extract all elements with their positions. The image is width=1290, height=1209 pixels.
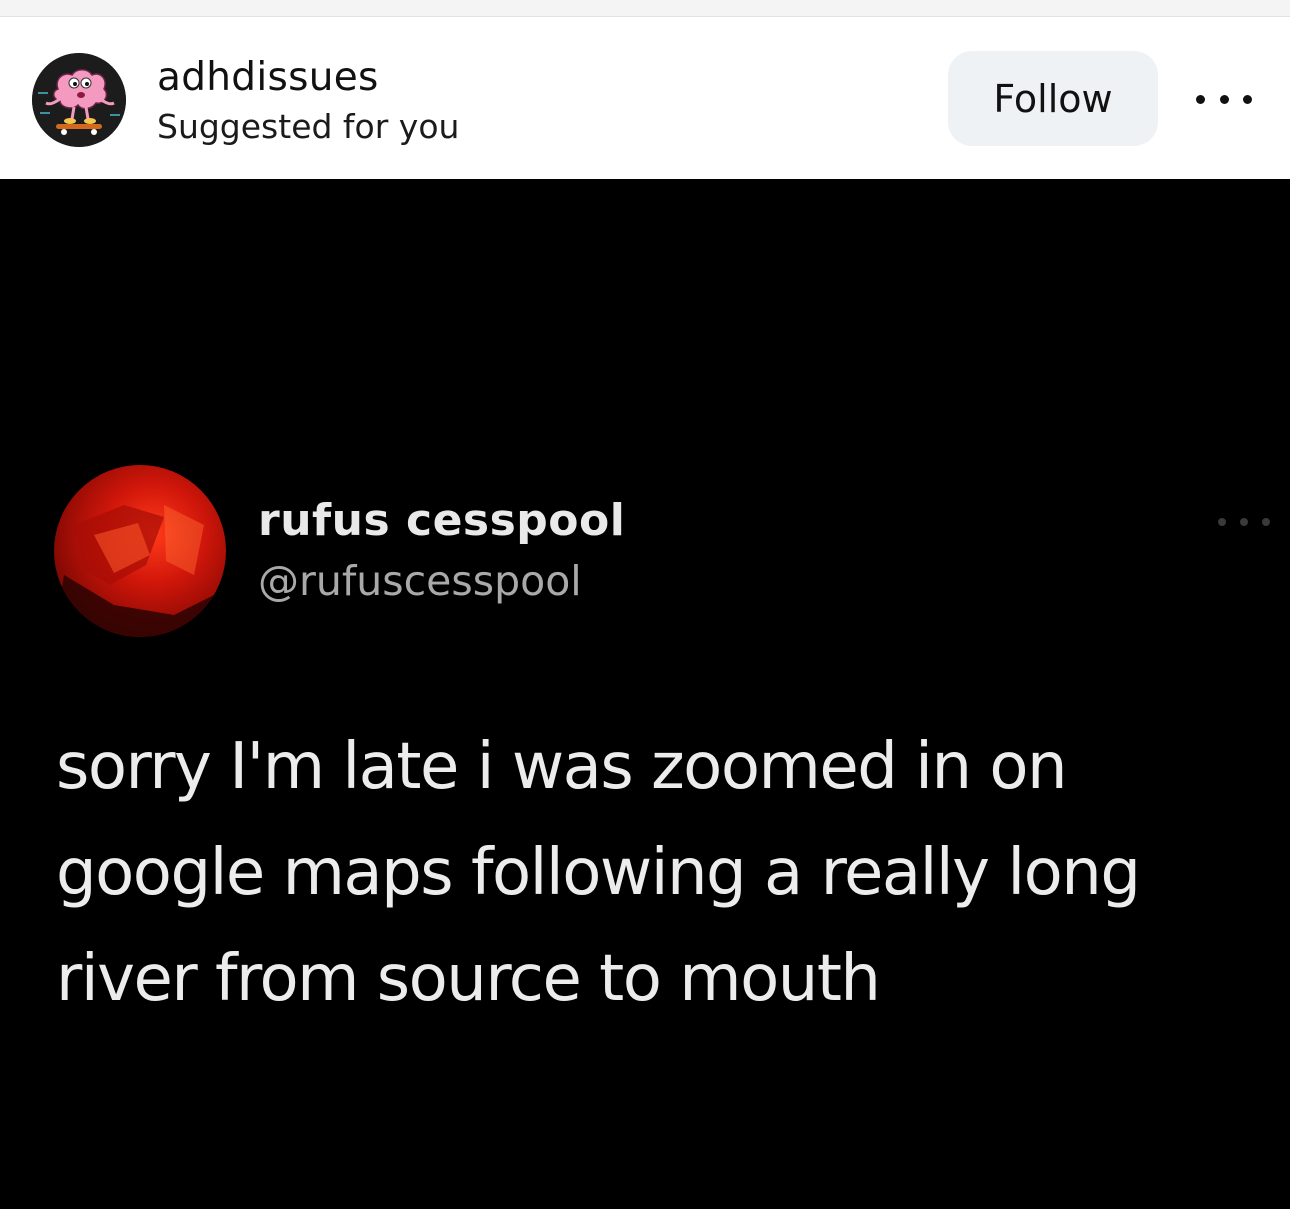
tweet-avatar-photo-icon <box>54 505 226 637</box>
account-username[interactable]: adhdissues <box>157 55 379 100</box>
more-options-icon[interactable] <box>1196 87 1252 111</box>
tweet-more-icon <box>1218 516 1270 528</box>
more-dot <box>1243 94 1252 104</box>
tweet-more-dot <box>1240 518 1248 526</box>
tweet-text-line: google maps following a really long <box>56 836 1141 910</box>
follow-button[interactable]: Follow <box>948 51 1158 146</box>
pink-brain-skateboard-icon <box>32 53 126 147</box>
tweet-handle: @rufuscesspool <box>258 557 582 605</box>
tweet-more-dot <box>1218 518 1226 526</box>
suggested-label: Suggested for you <box>157 107 460 146</box>
top-divider-strip <box>0 0 1290 17</box>
tweet-display-name: rufus cesspool <box>258 495 626 546</box>
tweet-text-line: river from source to mouth <box>56 942 881 1016</box>
more-dot <box>1196 94 1205 104</box>
tweet-author-avatar <box>54 465 226 637</box>
account-avatar[interactable] <box>32 53 126 147</box>
tweet-text-line: sorry I'm late i was zoomed in on <box>56 730 1068 804</box>
tweet-text: sorry I'm late i was zoomed in on google… <box>56 714 1236 1032</box>
tweet-more-dot <box>1262 518 1270 526</box>
post-image[interactable]: rufus cesspool @rufuscesspool sorry I'm … <box>0 179 1290 1209</box>
post-header: adhdissues Suggested for you Follow <box>0 17 1290 179</box>
more-dot <box>1219 94 1229 104</box>
